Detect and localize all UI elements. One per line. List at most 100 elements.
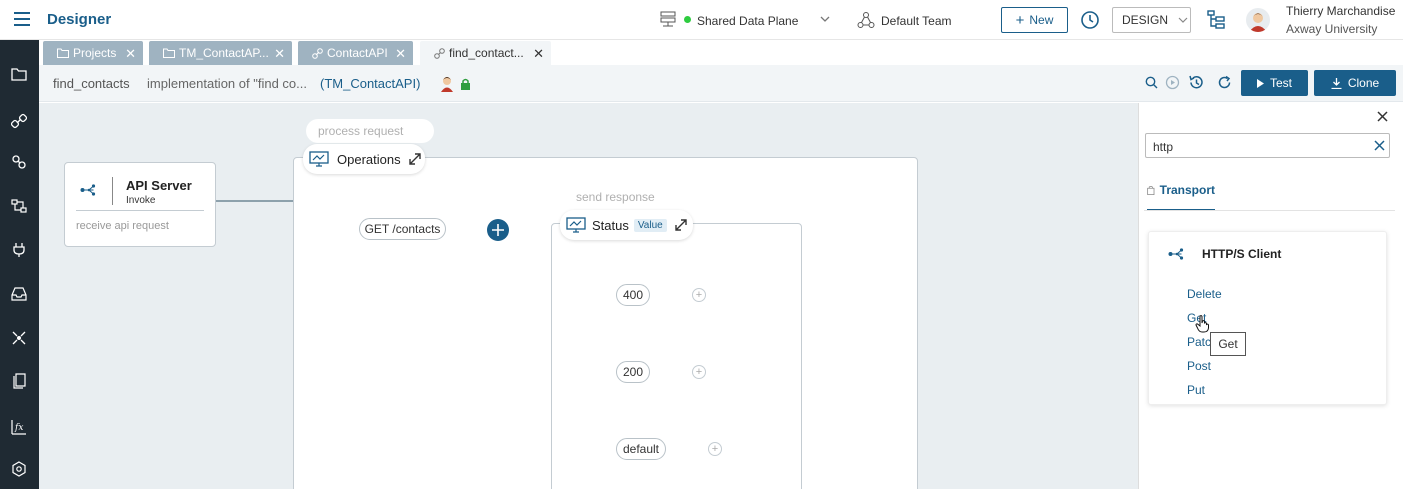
play-icon [1256,78,1264,88]
add-step-button[interactable] [487,219,509,241]
close-icon[interactable]: ✕ [395,46,406,62]
user-name: Thierry Marchandise [1286,4,1396,18]
tab-transport[interactable]: Transport [1147,183,1215,211]
app-title: Designer [47,11,112,28]
history-icon[interactable] [1080,10,1100,33]
action-delete[interactable]: Delete [1187,287,1222,301]
expand-icon[interactable] [675,219,687,231]
link-icon[interactable] [9,111,29,131]
tab-label: ContactAPI [327,46,388,60]
owner-avatar [439,74,455,92]
documents-icon[interactable] [9,371,29,391]
api-server-node[interactable]: API Server Invoke receive api request [64,162,216,247]
download-icon [1331,77,1342,89]
close-icon[interactable] [1377,111,1388,125]
tooltip: Get [1210,332,1246,356]
tab-find-contacts[interactable]: find_contact... ✕ [420,41,551,65]
process-request-hint: process request [306,119,434,143]
branch-pill[interactable]: 400 [616,284,650,306]
node-subtitle: Invoke [126,195,156,206]
inbox-icon[interactable] [9,284,29,304]
branch-pill[interactable]: 200 [616,361,650,383]
tab-transport-label: Transport [1159,183,1215,197]
tab-project[interactable]: TM_ContactAP... ✕ [149,41,292,65]
tab-projects[interactable]: Projects ✕ [43,41,143,65]
test-button-label: Test [1269,76,1292,90]
new-button[interactable]: + New [1001,7,1068,33]
left-navigation-rail: fx [0,40,39,489]
add-branch-step-icon[interactable]: + [692,288,706,302]
avatar[interactable] [1246,8,1270,32]
data-plane-icon [660,11,676,31]
add-branch-step-icon[interactable]: + [692,365,706,379]
clone-button[interactable]: Clone [1314,70,1396,96]
share-icon [80,184,96,199]
new-button-label: New [1029,13,1054,27]
flow-icon [434,47,445,59]
flow-canvas[interactable]: API Server Invoke receive api request pr… [39,103,1138,489]
search-input[interactable]: http [1145,133,1390,158]
flow-header: find_contacts implementation of "find co… [39,65,1403,102]
test-button[interactable]: Test [1241,70,1308,96]
clear-search-icon[interactable] [1374,140,1385,154]
hand-cursor-icon [1195,315,1211,336]
node-title: API Server [126,178,192,193]
tab-label: Projects [73,46,117,60]
bag-icon [1147,185,1155,196]
connector-icon[interactable] [9,152,29,172]
flow-icon[interactable] [9,196,29,216]
monitor-icon [566,217,586,233]
search-input-value: http [1153,140,1174,154]
tab-contactapi[interactable]: ContactAPI ✕ [298,41,413,65]
expand-icon[interactable] [408,153,421,165]
function-icon[interactable]: fx [9,417,29,437]
network-icon[interactable] [9,328,29,348]
status-label: Status [592,217,629,233]
close-icon[interactable]: ✕ [533,46,544,62]
folder-icon [57,48,69,58]
http-client-card: HTTP/S Client Delete Get Patch Post Put [1148,231,1387,405]
settings-icon[interactable] [9,459,29,479]
menu-icon[interactable] [14,12,30,26]
status-header[interactable]: Status Value [560,210,693,240]
tree-view-icon[interactable] [1207,10,1225,35]
plug-icon[interactable] [9,240,29,260]
add-branch-step-icon[interactable]: + [708,442,722,456]
route-pill[interactable]: GET /contacts [359,218,446,240]
close-icon[interactable]: ✕ [125,46,136,62]
team-icon [857,11,875,32]
search-icon[interactable] [1145,76,1158,92]
action-put[interactable]: Put [1187,383,1205,397]
clone-button-label: Clone [1347,76,1380,90]
branch-pill[interactable]: default [616,438,666,460]
monitor-icon [309,151,329,167]
svg-text:fx: fx [14,423,23,433]
operations-header[interactable]: Operations [303,144,425,174]
top-bar: Designer Shared Data Plane Default Team … [0,0,1403,40]
status-container[interactable] [551,223,802,489]
mode-select-value: DESIGN [1122,13,1169,27]
team-label: Default Team [881,14,952,28]
run-icon[interactable] [1165,75,1180,93]
status-badge: Value [633,218,667,232]
chevron-down-icon [1178,17,1188,23]
close-icon[interactable]: ✕ [274,46,285,62]
status-dot [684,16,691,23]
node-footer: receive api request [76,220,169,232]
user-org: Axway University [1286,22,1378,36]
card-title: HTTP/S Client [1202,247,1282,261]
action-post[interactable]: Post [1187,359,1211,373]
history-icon[interactable] [1188,74,1205,94]
folder-icon[interactable] [9,64,29,84]
data-plane-label: Shared Data Plane [697,14,799,28]
tab-label: find_contact... [449,46,524,60]
mode-select[interactable]: DESIGN [1112,7,1191,33]
link-icon [312,47,323,59]
plus-icon [492,224,504,236]
chevron-down-icon[interactable] [819,13,831,28]
folder-icon [163,48,175,58]
refresh-icon[interactable] [1217,75,1232,93]
send-response-hint: send response [564,185,692,209]
flow-description: implementation of "find co... [147,76,307,91]
project-link[interactable]: (TM_ContactAPI) [320,76,420,91]
